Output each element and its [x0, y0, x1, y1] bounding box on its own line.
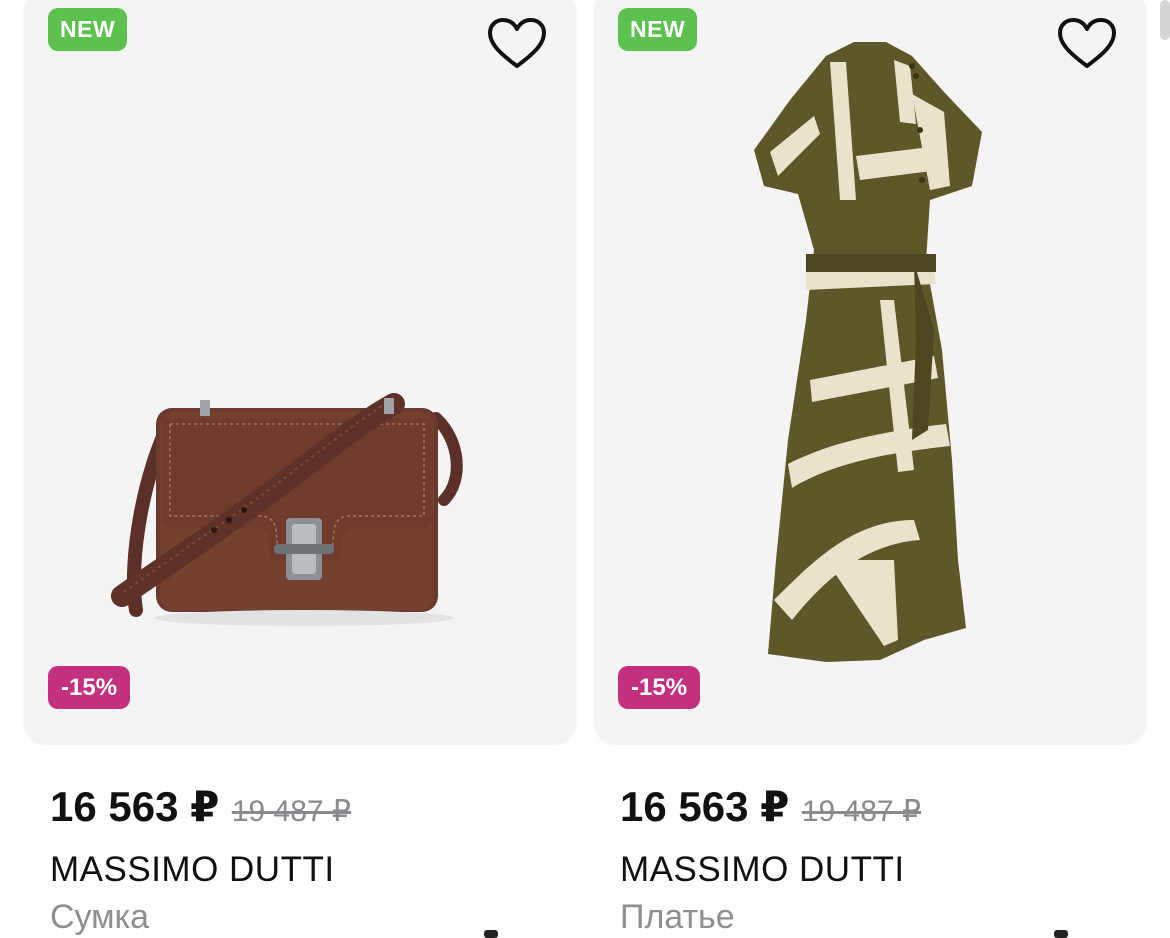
heart-outline-icon[interactable] — [486, 14, 548, 76]
product-image-dress — [754, 42, 982, 662]
old-price: 19 487 ₽ — [231, 795, 351, 828]
new-badge: NEW — [48, 8, 128, 51]
heart-outline-icon[interactable] — [1056, 14, 1118, 76]
brand-name: MASSIMO DUTTI — [50, 850, 335, 889]
product-image-container[interactable]: NEW -15% — [24, 0, 576, 744]
more-icon[interactable] — [1054, 930, 1068, 938]
current-price: 16 563 ₽ — [620, 783, 790, 830]
product-category: Сумка — [50, 898, 150, 936]
product-image-bag — [111, 393, 463, 626]
product-image-container[interactable]: NEW -15% — [594, 0, 1146, 744]
new-badge: NEW — [618, 8, 698, 51]
product-card-dress[interactable]: NEW -15% 16 563 ₽ 19 487 ₽ MASSIMO DUTTI… — [594, 0, 1146, 938]
discount-badge: -15% — [618, 666, 701, 709]
scrollbar[interactable] — [1160, 0, 1170, 40]
current-price: 16 563 ₽ — [50, 783, 220, 830]
price-row: 16 563 ₽ 19 487 ₽ — [50, 782, 351, 832]
product-category: Платье — [620, 898, 735, 936]
product-grid: NEW -15% 16 563 ₽ 19 487 ₽ MASSIMO DUTTI… — [0, 0, 1170, 938]
more-icon[interactable] — [484, 930, 498, 938]
product-card-bag[interactable]: NEW -15% 16 563 ₽ 19 487 ₽ MASSIMO DUTTI… — [24, 0, 576, 938]
old-price: 19 487 ₽ — [801, 795, 921, 828]
brand-name: MASSIMO DUTTI — [620, 850, 905, 889]
discount-badge: -15% — [48, 666, 131, 709]
price-row: 16 563 ₽ 19 487 ₽ — [620, 782, 921, 832]
